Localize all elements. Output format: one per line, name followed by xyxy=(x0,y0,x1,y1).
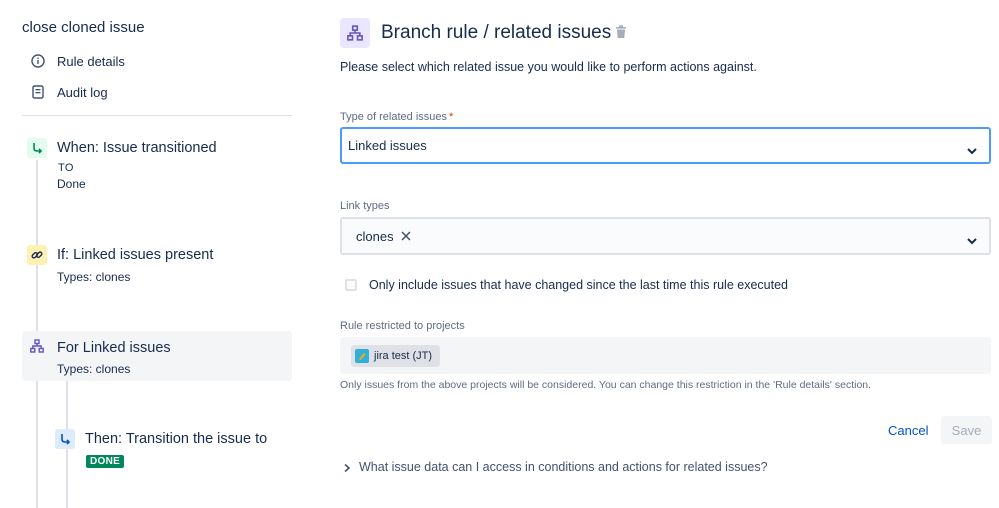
issue-data-help-expander[interactable]: What issue data can I access in conditio… xyxy=(343,460,768,474)
step-subtitle: Types: clones xyxy=(57,362,131,376)
chevron-right-icon xyxy=(343,462,351,473)
cancel-button[interactable]: Cancel xyxy=(876,416,940,444)
link-icon xyxy=(27,245,47,265)
changed-only-option: Only include issues that have changed si… xyxy=(345,278,788,292)
type-field-label-text: Type of related issues xyxy=(340,111,448,123)
save-button[interactable]: Save xyxy=(941,416,992,444)
sidebar-divider xyxy=(22,115,292,116)
step-title: For Linked issues xyxy=(57,340,171,356)
document-icon xyxy=(30,84,46,100)
rule-details-link[interactable]: Rule details xyxy=(30,53,125,69)
step-subtitle: Done xyxy=(57,177,86,191)
chevron-down-icon xyxy=(967,232,977,245)
type-field-label: Type of related issues * xyxy=(340,111,453,123)
link-types-label: Link types xyxy=(340,200,390,212)
link-type-tag-label: clones xyxy=(356,228,394,244)
step-title: When: Issue transitioned xyxy=(57,140,217,156)
project-chip: jira test (JT) xyxy=(351,345,441,367)
step-action[interactable]: Then: Transition the issue to DONE xyxy=(52,424,292,474)
projects-help-text: Only issues from the above projects will… xyxy=(340,379,872,391)
select-value: Linked issues xyxy=(348,138,427,153)
changed-only-checkbox[interactable] xyxy=(345,279,357,291)
step-title: Then: Transition the issue to xyxy=(85,431,268,447)
step-title: If: Linked issues present xyxy=(57,247,214,263)
step-subtitle: Types: clones xyxy=(57,270,131,284)
link-types-select[interactable]: clones xyxy=(340,217,991,255)
status-lozenge-done: DONE xyxy=(86,455,125,468)
projects-label: Rule restricted to projects xyxy=(340,320,465,332)
related-issue-type-select[interactable]: Linked issues xyxy=(340,127,991,164)
step-trigger[interactable]: When: Issue transitioned TO Done xyxy=(22,133,292,203)
changed-only-label: Only include issues that have changed si… xyxy=(369,278,788,292)
chevron-down-icon xyxy=(967,142,977,154)
rule-details-label: Rule details xyxy=(57,53,125,69)
link-type-tag: clones xyxy=(356,229,412,244)
audit-log-link[interactable]: Audit log xyxy=(30,84,108,100)
rule-sidebar: close cloned issue Rule details Audit lo… xyxy=(0,0,300,508)
rule-title: close cloned issue xyxy=(22,19,145,36)
projects-field: jira test (JT) xyxy=(340,337,991,374)
expander-label: What issue data can I access in conditio… xyxy=(359,460,768,474)
step-to-label: TO xyxy=(58,162,74,174)
project-avatar-icon xyxy=(355,349,369,363)
branch-icon xyxy=(340,18,370,48)
audit-log-label: Audit log xyxy=(57,84,108,100)
step-branch[interactable]: For Linked issues Types: clones xyxy=(22,331,292,381)
transition-icon xyxy=(27,138,47,158)
transition-icon xyxy=(55,429,75,449)
required-marker: * xyxy=(449,111,454,123)
branch-config-panel: Branch rule / related issues Please sele… xyxy=(340,0,992,508)
step-condition[interactable]: If: Linked issues present Types: clones xyxy=(22,240,292,290)
page-description: Please select which related issue you wo… xyxy=(340,60,757,74)
info-icon xyxy=(30,53,46,69)
branch-icon xyxy=(27,336,47,356)
remove-tag-icon[interactable] xyxy=(400,230,412,242)
project-chip-label: jira test (JT) xyxy=(374,350,433,362)
page-title: Branch rule / related issues xyxy=(381,22,612,43)
trash-icon[interactable] xyxy=(615,25,629,41)
